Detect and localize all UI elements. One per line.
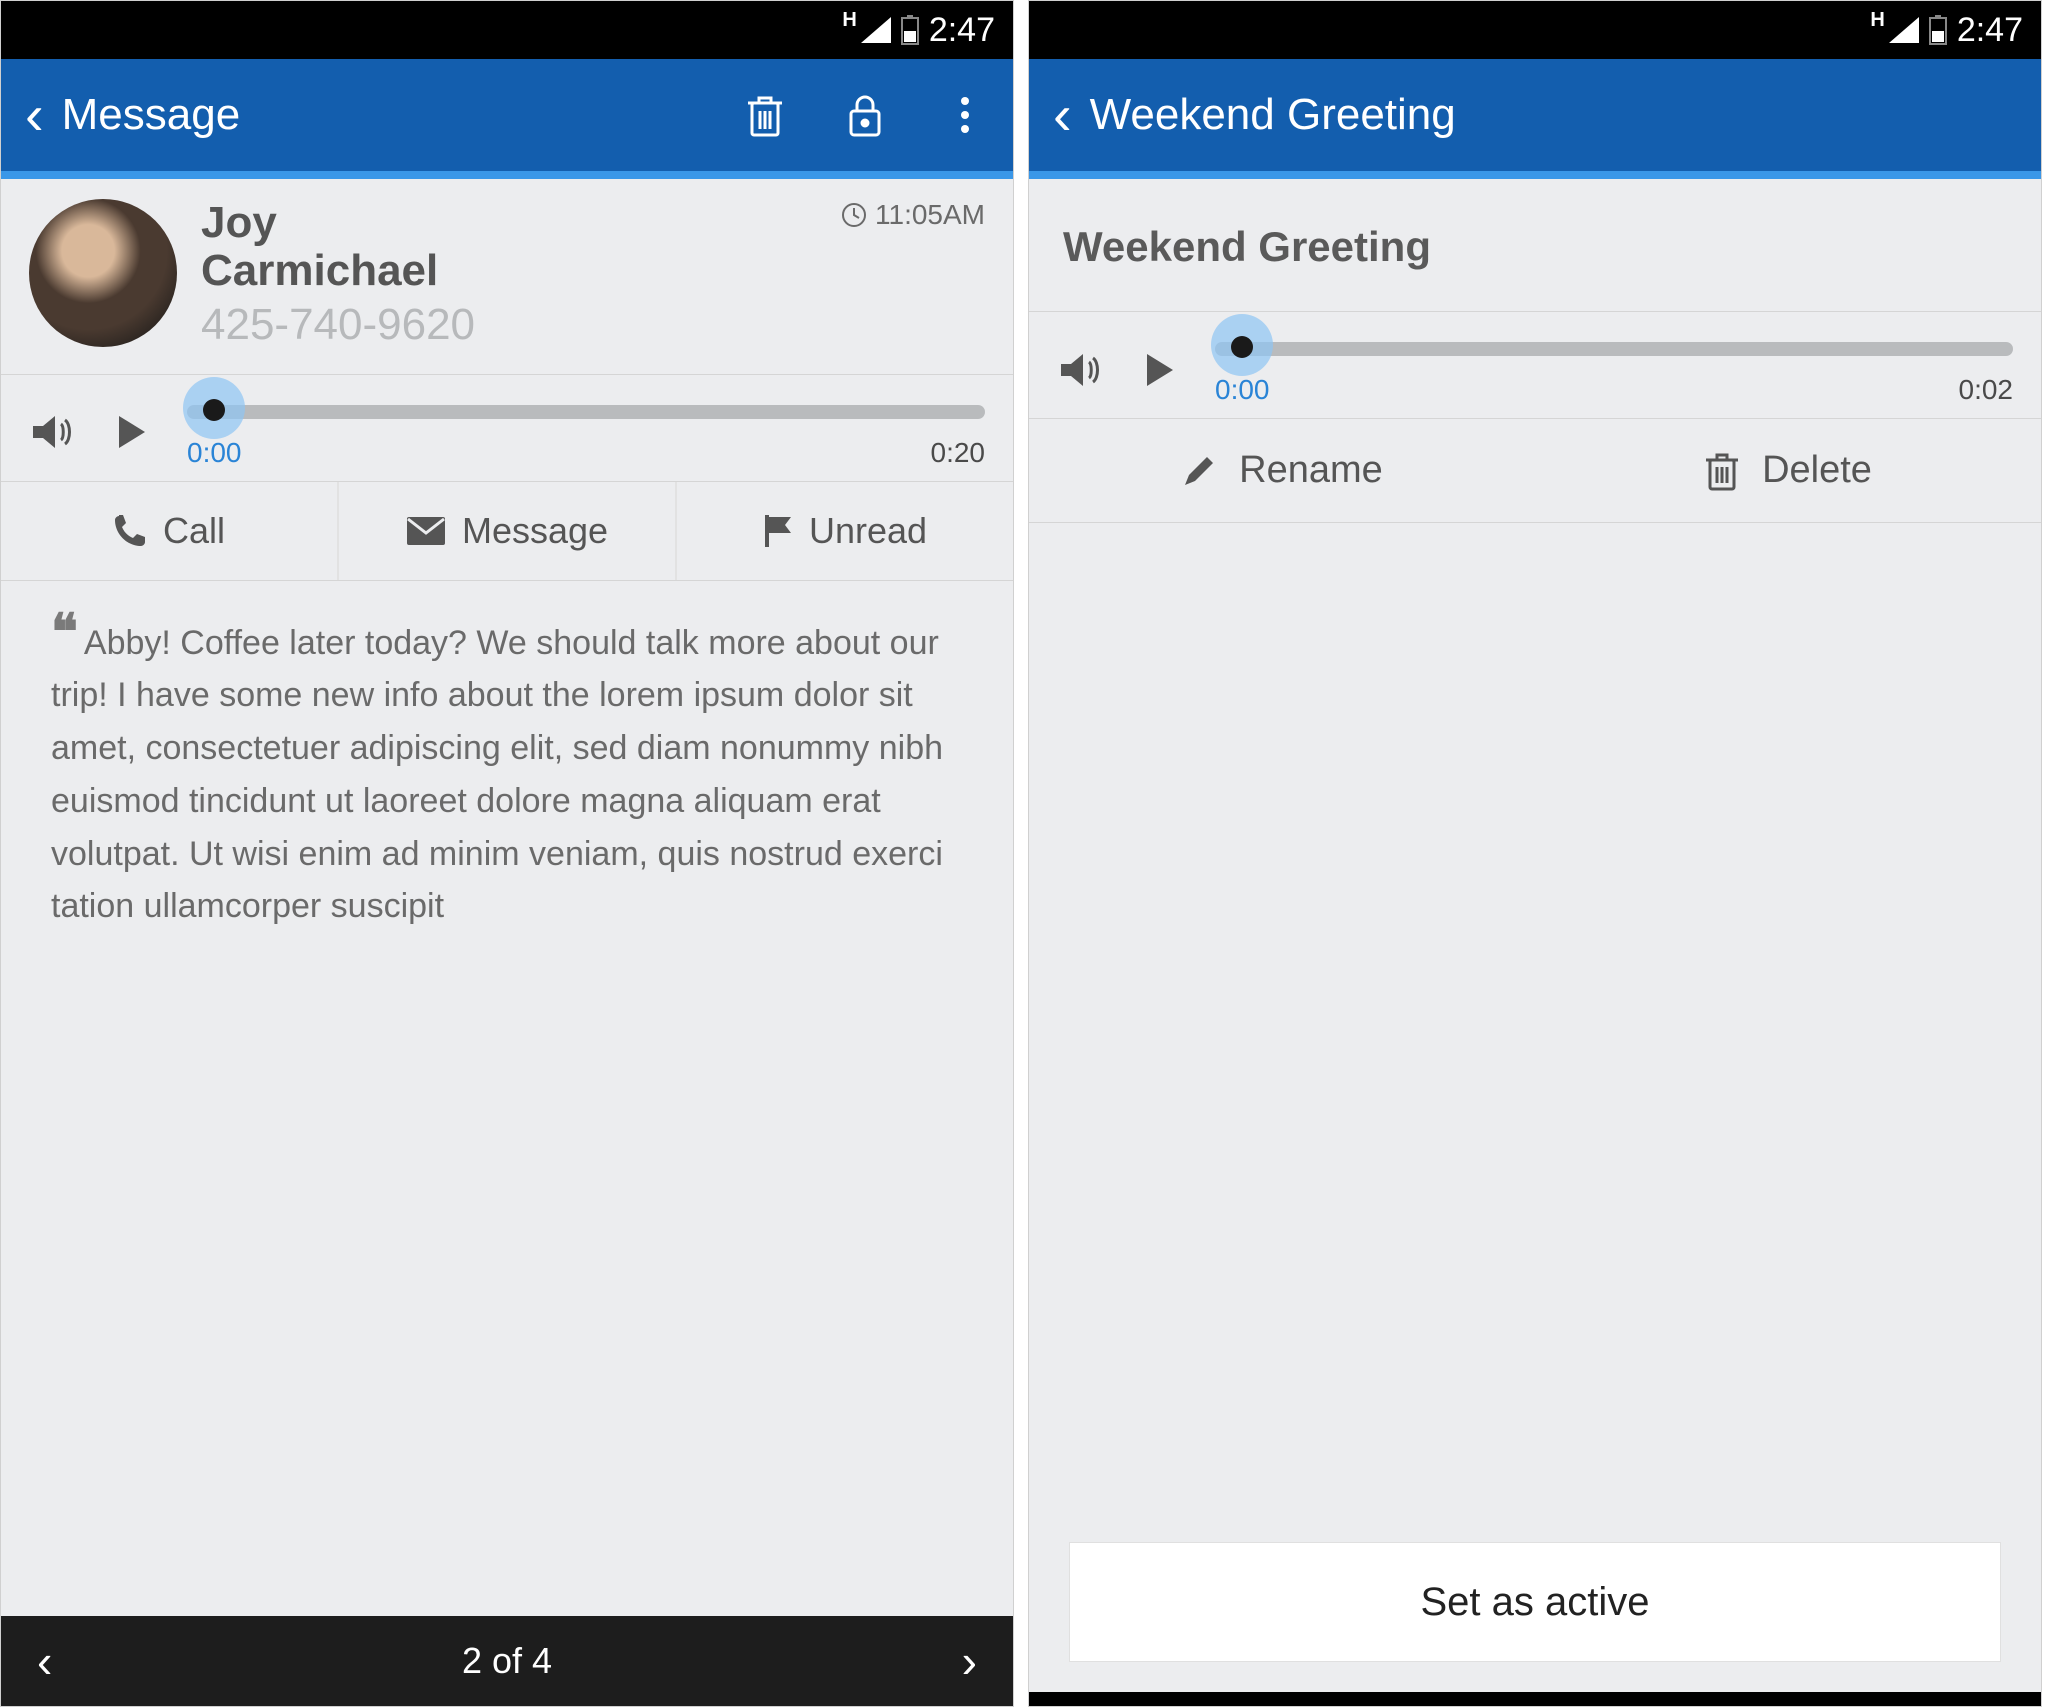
- back-button[interactable]: ‹: [25, 87, 44, 143]
- app-bar-actions: [741, 91, 989, 139]
- envelope-icon: [406, 516, 446, 546]
- overflow-menu-button[interactable]: [941, 91, 989, 139]
- action-row: Call Message Unread: [1, 482, 1013, 581]
- prev-button[interactable]: ‹: [37, 1634, 52, 1688]
- contact-first-name: Joy: [201, 199, 817, 247]
- seek-bar[interactable]: 0:00 0:20: [187, 401, 985, 469]
- contact-last-name: Carmichael: [201, 247, 817, 295]
- app-bar: ‹ Message: [1, 59, 1013, 171]
- set-active-wrap: Set as active: [1029, 1542, 2041, 1692]
- accent-line: [1029, 171, 2041, 179]
- playback-current: 0:00: [187, 437, 242, 469]
- audio-player: 0:00 0:20: [1, 375, 1013, 482]
- audio-player: 0:00 0:02: [1029, 312, 2041, 419]
- unread-button[interactable]: Unread: [675, 482, 1013, 580]
- play-button[interactable]: [1145, 352, 1175, 393]
- contact-header: Joy Carmichael 425-740-9620 11:05AM: [1, 179, 1013, 375]
- battery-icon: [1929, 15, 1947, 45]
- bottom-black-bar: [1029, 1692, 2041, 1706]
- greeting-actions: Rename Delete: [1029, 419, 2041, 523]
- lock-button[interactable]: [841, 91, 889, 139]
- app-bar: ‹ Weekend Greeting: [1029, 59, 2041, 171]
- quote-icon: ❝: [51, 604, 78, 660]
- message-time: 11:05AM: [841, 199, 985, 231]
- signal-icon: [861, 17, 891, 43]
- transcript: ❝Abby! Coffee later today? We should tal…: [1, 581, 1013, 1616]
- status-time: 2:47: [1957, 11, 2023, 50]
- status-bar: H 2:47: [1, 1, 1013, 59]
- network-indicator: H: [1870, 9, 1884, 32]
- signal-icon: [1889, 17, 1919, 43]
- phone-icon: [113, 514, 147, 548]
- network-indicator: H: [842, 9, 856, 32]
- seek-bar[interactable]: 0:00 0:02: [1215, 338, 2013, 406]
- trash-icon: [1704, 451, 1740, 491]
- clock-icon: [841, 202, 867, 228]
- speaker-button[interactable]: [1057, 348, 1105, 397]
- playback-duration: 0:02: [1959, 374, 2014, 406]
- contact-phone: 425-740-9620: [201, 300, 817, 350]
- greeting-title: Weekend Greeting: [1029, 179, 2041, 312]
- spacer: [1029, 523, 2041, 1542]
- play-button[interactable]: [117, 414, 147, 455]
- delete-button-greeting[interactable]: Delete: [1535, 419, 2041, 522]
- pencil-icon: [1181, 453, 1217, 489]
- rename-button[interactable]: Rename: [1029, 419, 1535, 522]
- message-screen: H 2:47 ‹ Message Joy Carmichael: [0, 0, 1014, 1707]
- accent-line: [1, 171, 1013, 179]
- next-button[interactable]: ›: [962, 1634, 977, 1688]
- set-active-button[interactable]: Set as active: [1069, 1542, 2001, 1662]
- message-button[interactable]: Message: [337, 482, 675, 580]
- back-button[interactable]: ‹: [1053, 87, 1072, 143]
- playback-duration: 0:20: [931, 437, 986, 469]
- speaker-button[interactable]: [29, 410, 77, 459]
- battery-icon: [901, 15, 919, 45]
- delete-button[interactable]: [741, 91, 789, 139]
- avatar[interactable]: [29, 199, 177, 347]
- greeting-screen: H 2:47 ‹ Weekend Greeting Weekend Greeti…: [1028, 0, 2042, 1707]
- status-bar: H 2:47: [1029, 1, 2041, 59]
- status-time: 2:47: [929, 11, 995, 50]
- pager-bar: ‹ 2 of 4 ›: [1, 1616, 1013, 1706]
- call-button[interactable]: Call: [1, 482, 337, 580]
- playback-current: 0:00: [1215, 374, 1270, 406]
- app-bar-title: Message: [62, 90, 723, 140]
- flag-icon: [763, 513, 793, 549]
- pager-label: 2 of 4: [462, 1640, 552, 1682]
- app-bar-title: Weekend Greeting: [1090, 90, 2017, 140]
